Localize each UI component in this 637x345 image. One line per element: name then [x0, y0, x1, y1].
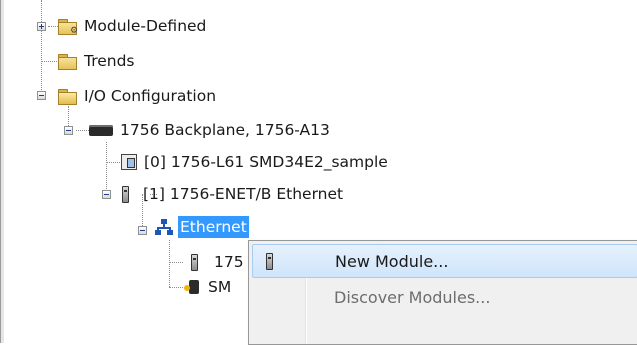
tree-item-ethernet-child-module[interactable]: 175 — [183, 250, 246, 274]
discover-modules-menu-item[interactable]: Discover Modules... — [252, 280, 637, 314]
collapse-io-configuration-toggle[interactable] — [37, 91, 46, 100]
expand-module-defined-toggle[interactable] — [37, 22, 46, 31]
tree-item-enet-module[interactable]: [1] 1756-ENET/B Ethernet — [119, 182, 345, 206]
folder-icon — [58, 53, 77, 70]
module-icon — [191, 253, 198, 271]
network-icon — [155, 219, 173, 235]
collapse-enet-module-toggle[interactable] — [102, 190, 111, 199]
tree-item-label: Ethernet — [178, 216, 249, 238]
open-folder-icon — [58, 88, 77, 105]
drive-icon — [183, 279, 201, 295]
tree-item-backplane[interactable]: 1756 Backplane, 1756-A13 — [89, 118, 332, 142]
tree-item-trends[interactable]: Trends — [58, 49, 137, 73]
module-icon — [266, 253, 273, 270]
tree-item-ethernet[interactable]: Ethernet — [155, 215, 249, 239]
controller-icon — [121, 154, 137, 170]
folder-icon: ⚙ — [58, 18, 78, 35]
backplane-icon — [89, 124, 113, 136]
tree-item-label: I/O Configuration — [84, 87, 217, 105]
collapse-ethernet-toggle[interactable] — [138, 226, 147, 235]
menu-item-label: Discover Modules... — [334, 287, 491, 307]
tree-item-label: Module-Defined — [84, 17, 207, 35]
tree-item-label: [0] 1756-L61 SMD34E2_sample — [144, 153, 388, 171]
new-module-menu-item[interactable]: New Module... — [252, 244, 637, 278]
context-menu: New Module... Discover Modules... — [248, 240, 637, 345]
tree-item-label: Trends — [84, 52, 135, 70]
tree-item-module-defined[interactable]: ⚙ Module-Defined — [58, 14, 208, 38]
collapse-backplane-toggle[interactable] — [64, 126, 73, 135]
left-panel-border — [0, 0, 6, 343]
tree-item-io-configuration[interactable]: I/O Configuration — [58, 84, 218, 108]
menu-item-label: New Module... — [335, 251, 449, 271]
tree-item-controller[interactable]: [0] 1756-L61 SMD34E2_sample — [121, 150, 390, 174]
tree-item-ethernet-child-drive[interactable]: SM — [183, 275, 233, 299]
tree-item-label: 1756 Backplane, 1756-A13 — [120, 121, 330, 139]
tree-item-label: SM — [208, 278, 232, 296]
tree-item-label: 175 — [214, 253, 244, 271]
module-icon — [122, 185, 129, 203]
tree-item-label: [1] 1756-ENET/B Ethernet — [143, 185, 344, 203]
